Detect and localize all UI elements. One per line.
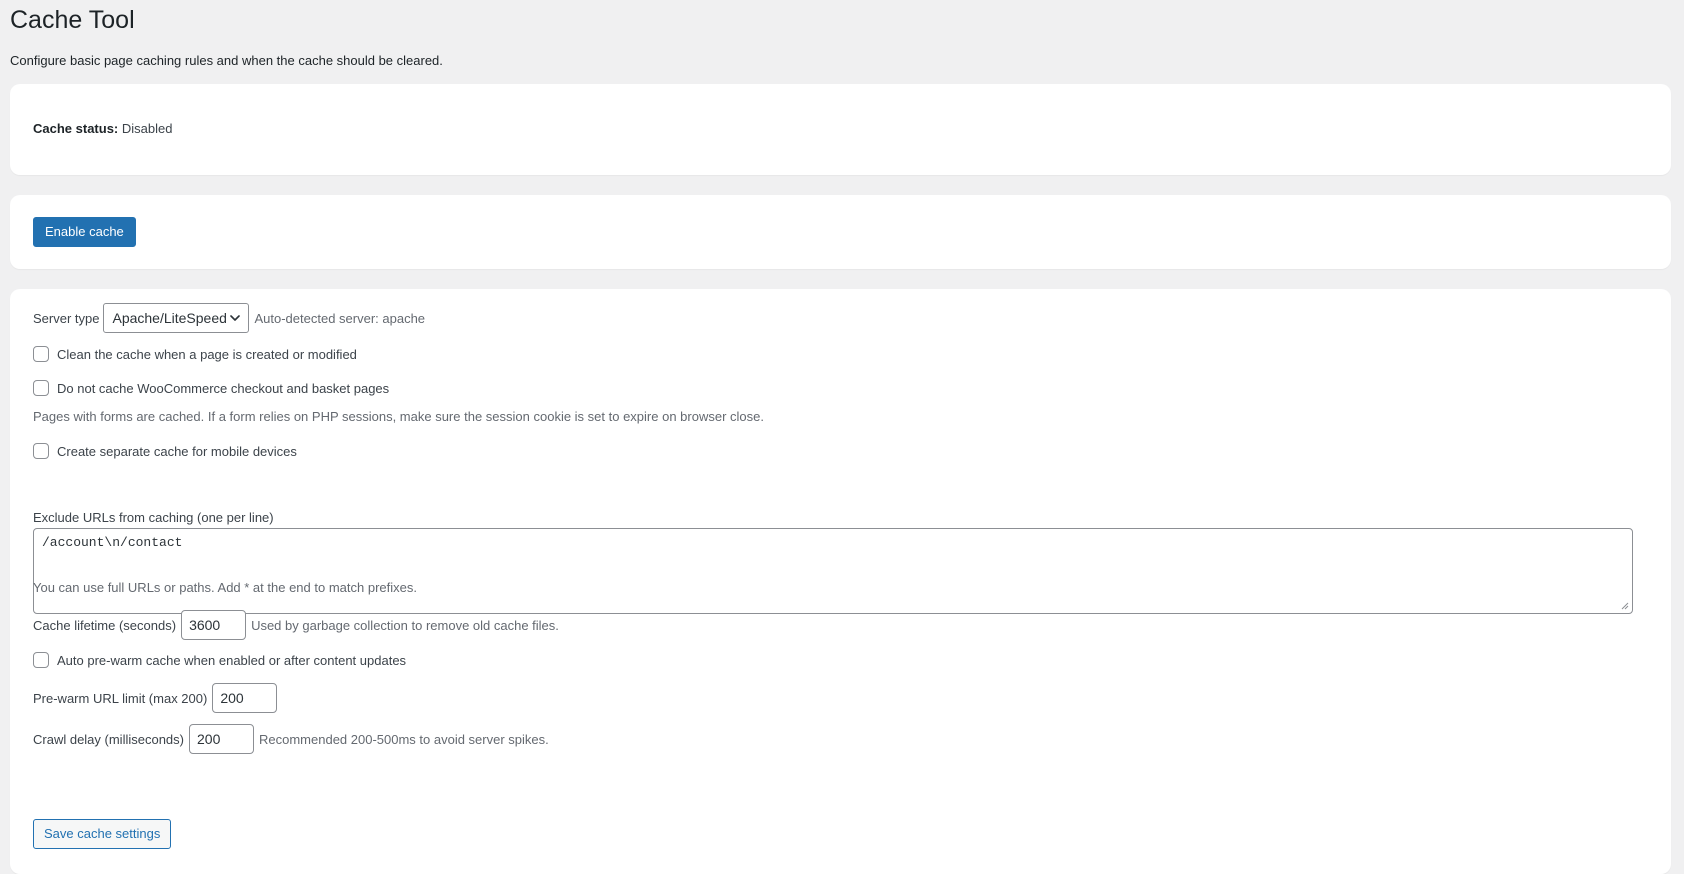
woocommerce-checkbox[interactable]	[33, 380, 49, 396]
clean-on-modify-label[interactable]: Clean the cache when a page is created o…	[57, 347, 357, 362]
cache-lifetime-input[interactable]	[181, 610, 247, 640]
cache-status: Cache status: Disabled	[33, 121, 172, 136]
exclude-urls-help: You can use full URLs or paths. Add * at…	[33, 580, 417, 595]
woocommerce-label[interactable]: Do not cache WooCommerce checkout and ba…	[57, 381, 389, 396]
cache-lifetime-hint: Used by garbage collection to remove old…	[251, 617, 559, 633]
resize-handle-icon[interactable]	[1621, 602, 1629, 610]
woocommerce-row: Do not cache WooCommerce checkout and ba…	[33, 380, 389, 396]
mobile-cache-label[interactable]: Create separate cache for mobile devices	[57, 444, 297, 459]
prewarm-row: Auto pre-warm cache when enabled or afte…	[33, 652, 406, 668]
exclude-urls-textarea[interactable]: /account\n/contact	[33, 528, 1633, 614]
cache-status-card: Cache status: Disabled	[10, 84, 1671, 175]
cache-lifetime-row: Cache lifetime (seconds) Used by garbage…	[33, 610, 559, 640]
server-type-row: Server type Apache/LiteSpeed Auto-detect…	[33, 303, 425, 333]
clean-on-modify-checkbox[interactable]	[33, 346, 49, 362]
enable-cache-button[interactable]: Enable cache	[33, 217, 136, 247]
server-type-selected: Apache/LiteSpeed	[112, 310, 227, 326]
page-title: Cache Tool	[10, 6, 135, 34]
prewarm-label[interactable]: Auto pre-warm cache when enabled or afte…	[57, 653, 406, 668]
save-cache-settings-button[interactable]: Save cache settings	[33, 819, 172, 849]
clean-on-modify-row: Clean the cache when a page is created o…	[33, 346, 357, 362]
prewarm-limit-input[interactable]	[212, 683, 278, 713]
server-type-label: Server type	[33, 310, 100, 326]
cache-status-label: Cache status:	[33, 121, 119, 136]
cache-status-value: Disabled	[121, 121, 173, 136]
enable-cache-card: Enable cache	[10, 195, 1671, 269]
forms-note: Pages with forms are cached. If a form r…	[33, 409, 764, 424]
crawl-delay-row: Crawl delay (milliseconds) Recommended 2…	[33, 724, 549, 754]
crawl-delay-hint: Recommended 200-500ms to avoid server sp…	[259, 731, 549, 747]
prewarm-limit-label: Pre-warm URL limit (max 200)	[33, 690, 208, 706]
mobile-cache-checkbox[interactable]	[33, 443, 49, 459]
exclude-urls-value: /account\n/contact	[42, 535, 183, 550]
page-description: Configure basic page caching rules and w…	[10, 53, 443, 68]
mobile-cache-row: Create separate cache for mobile devices	[33, 443, 297, 459]
crawl-delay-input[interactable]	[189, 724, 254, 754]
cache-settings-card: Server type Apache/LiteSpeed Auto-detect…	[10, 289, 1671, 874]
prewarm-limit-row: Pre-warm URL limit (max 200)	[33, 683, 282, 713]
chevron-down-icon	[230, 315, 241, 321]
server-type-select[interactable]: Apache/LiteSpeed	[103, 303, 250, 333]
exclude-urls-label: Exclude URLs from caching (one per line)	[33, 510, 274, 525]
prewarm-checkbox[interactable]	[33, 652, 49, 668]
server-type-hint: Auto-detected server: apache	[254, 310, 426, 326]
crawl-delay-label: Crawl delay (milliseconds)	[33, 731, 184, 747]
cache-lifetime-label: Cache lifetime (seconds)	[33, 617, 177, 633]
